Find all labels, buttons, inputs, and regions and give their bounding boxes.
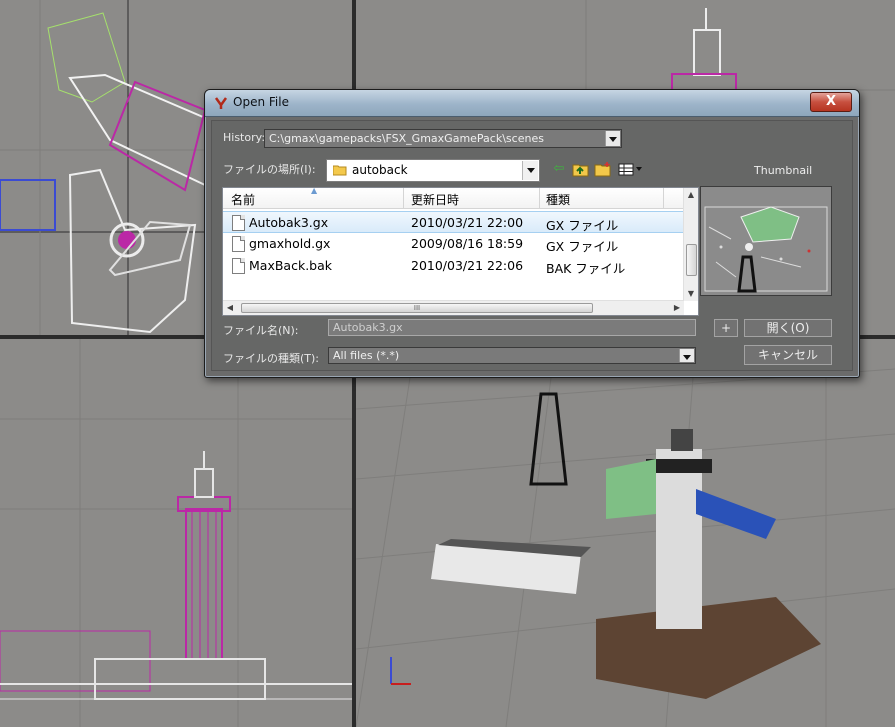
gmax-icon [214, 97, 228, 109]
thumbnail-label: Thumbnail [754, 164, 813, 177]
scroll-down-icon[interactable]: ▼ [684, 287, 698, 301]
file-type: GX ファイル [546, 239, 619, 254]
file-date: 2009/08/16 18:59 [411, 236, 524, 251]
history-value: C:\gmax\gamepacks\FSX_GmaxGamePack\scene… [269, 132, 544, 145]
scroll-up-icon[interactable]: ▲ [684, 188, 698, 202]
column-date[interactable]: 更新日時 [411, 191, 459, 208]
file-name: Autobak3.gx [249, 215, 329, 230]
view-menu-icon[interactable] [618, 161, 644, 177]
scroll-left-icon[interactable]: ◀ [223, 301, 237, 315]
horizontal-scrollbar[interactable]: ◀ III ▶ [223, 300, 684, 315]
file-row[interactable]: Autobak3.gx 2010/03/21 22:00 GX ファイル [223, 211, 684, 233]
perspective-view-scene [356, 339, 895, 727]
plus-button[interactable]: + [714, 319, 738, 337]
up-folder-icon[interactable] [572, 161, 590, 177]
file-row[interactable]: gmaxhold.gx 2009/08/16 18:59 GX ファイル [223, 233, 684, 254]
file-type: GX ファイル [546, 218, 619, 233]
file-row[interactable]: MaxBack.bak 2010/03/21 22:06 BAK ファイル [223, 255, 684, 276]
column-name[interactable]: 名前 [231, 191, 255, 208]
history-combo[interactable]: C:\gmax\gamepacks\FSX_GmaxGamePack\scene… [264, 129, 622, 148]
history-label: History: [223, 131, 266, 144]
file-list-header: 名前 ▲ 更新日時 種類 [223, 188, 684, 209]
cancel-button[interactable]: キャンセル [744, 345, 832, 365]
chevron-down-icon[interactable] [522, 161, 538, 180]
vertical-scrollbar[interactable]: ▲ ▼ [683, 188, 698, 301]
back-arrow-icon[interactable]: ⇦ [550, 161, 568, 177]
open-file-dialog: Open File X History: C:\gmax\gamepacks\F… [204, 89, 860, 378]
filetype-label: ファイルの種類(T): [223, 352, 320, 365]
dialog-titlebar[interactable]: Open File X [205, 90, 859, 117]
lookin-label: ファイルの場所(I): [223, 163, 316, 176]
column-separator[interactable] [403, 188, 404, 208]
file-name: MaxBack.bak [249, 258, 332, 273]
file-icon [232, 215, 245, 231]
file-icon [232, 236, 245, 252]
thumbnail-preview [700, 186, 832, 296]
thumbnail-image [704, 206, 828, 293]
chevron-down-icon[interactable] [679, 349, 694, 362]
open-button[interactable]: 開く(O) [744, 319, 832, 337]
file-date: 2010/03/21 22:00 [411, 215, 524, 230]
column-type[interactable]: 種類 [546, 191, 570, 208]
chevron-down-icon[interactable] [605, 131, 620, 146]
file-list[interactable]: 名前 ▲ 更新日時 種類 Autobak3.gx 2010/03/21 22:0… [222, 187, 699, 316]
file-type: BAK ファイル [546, 261, 626, 276]
folder-icon [333, 165, 347, 176]
viewport-perspective[interactable] [356, 339, 895, 727]
dialog-body: History: C:\gmax\gamepacks\FSX_GmaxGameP… [211, 120, 853, 371]
column-separator[interactable] [663, 188, 664, 208]
lookin-combo[interactable]: autoback [326, 159, 540, 182]
sort-arrow-icon: ▲ [311, 187, 318, 195]
scroll-right-icon[interactable]: ▶ [670, 301, 684, 315]
close-button[interactable]: X [810, 92, 852, 112]
new-folder-icon[interactable] [594, 161, 612, 177]
scroll-thumb[interactable] [686, 244, 697, 276]
file-icon [232, 258, 245, 274]
filename-field[interactable]: Autobak3.gx [328, 319, 696, 336]
file-date: 2010/03/21 22:06 [411, 258, 524, 273]
filename-label: ファイル名(N): [223, 324, 299, 337]
filename-value: Autobak3.gx [333, 321, 403, 334]
dialog-title: Open File [233, 95, 289, 109]
viewport-bottom-left[interactable] [0, 339, 352, 727]
filetype-combo[interactable]: All files (*.*) [328, 347, 696, 364]
lookin-value: autoback [352, 163, 408, 177]
file-name: gmaxhold.gx [249, 236, 331, 251]
left-view-wireframe [0, 339, 352, 727]
filetype-value: All files (*.*) [333, 349, 400, 362]
column-separator[interactable] [539, 188, 540, 208]
scroll-thumb[interactable]: III [241, 303, 593, 313]
